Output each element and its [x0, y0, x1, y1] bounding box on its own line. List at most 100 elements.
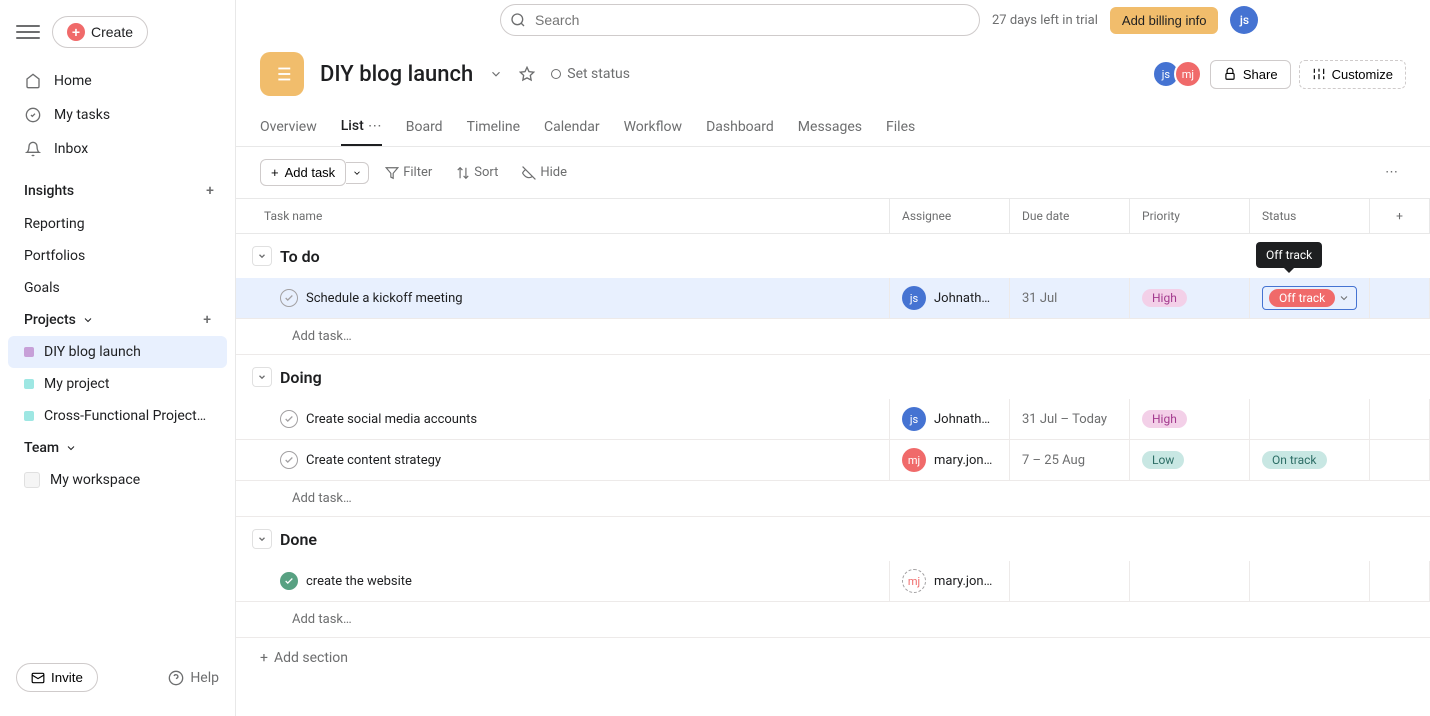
sidebar-project-diy[interactable]: DIY blog launch — [8, 336, 227, 368]
tab-workflow[interactable]: Workflow — [624, 109, 683, 145]
share-button[interactable]: Share — [1210, 60, 1291, 89]
due-date-cell[interactable] — [1010, 561, 1130, 601]
tab-list[interactable]: List⋯ — [341, 108, 382, 146]
task-name-cell[interactable]: Create social media accounts — [236, 399, 890, 439]
tab-dashboard[interactable]: Dashboard — [706, 109, 774, 145]
sidebar-toggle[interactable] — [16, 20, 40, 44]
col-status[interactable]: Status — [1250, 199, 1370, 233]
status-cell[interactable] — [1250, 399, 1370, 439]
status-pill: Off track — [1269, 289, 1335, 307]
user-avatar[interactable]: js — [1230, 6, 1258, 34]
project-title[interactable]: DIY blog launch — [320, 62, 473, 87]
create-button[interactable]: + Create — [52, 16, 148, 48]
add-task-dropdown[interactable] — [346, 162, 369, 184]
due-date-cell[interactable]: 7 – 25 Aug — [1010, 440, 1130, 480]
task-table: Task name Assignee Due date Priority Sta… — [236, 199, 1430, 678]
due-date-cell[interactable]: 31 Jul — [1010, 278, 1130, 318]
filter-icon — [385, 166, 399, 180]
sidebar-team-workspace[interactable]: My workspace — [0, 464, 235, 496]
add-project-icon[interactable]: + — [203, 312, 211, 328]
complete-checkbox[interactable] — [280, 572, 298, 590]
star-icon[interactable] — [519, 66, 535, 82]
complete-checkbox[interactable] — [280, 289, 298, 307]
project-color-icon — [24, 411, 34, 421]
row-extra-cell — [1370, 561, 1430, 601]
assignee-cell[interactable]: mj mary.jones… — [890, 561, 1010, 601]
section-title[interactable]: Done — [280, 530, 317, 549]
tab-board[interactable]: Board — [406, 109, 443, 145]
task-name-cell[interactable]: create the website — [236, 561, 890, 601]
help-button[interactable]: Help — [168, 670, 219, 686]
task-row[interactable]: Create content strategy mj mary.jones… 7… — [236, 440, 1430, 481]
priority-cell[interactable]: High — [1130, 278, 1250, 318]
nav-inbox[interactable]: Inbox — [0, 132, 235, 166]
nav-reporting[interactable]: Reporting — [0, 208, 235, 240]
priority-cell[interactable]: High — [1130, 399, 1250, 439]
tab-files[interactable]: Files — [886, 109, 915, 145]
tab-calendar[interactable]: Calendar — [544, 109, 600, 145]
help-icon — [168, 670, 184, 686]
section-title[interactable]: Doing — [280, 368, 322, 387]
tab-messages[interactable]: Messages — [798, 109, 862, 145]
priority-cell[interactable]: Low — [1130, 440, 1250, 480]
check-icon — [24, 106, 42, 124]
search-input[interactable] — [500, 4, 980, 36]
tab-overview[interactable]: Overview — [260, 109, 317, 145]
complete-checkbox[interactable] — [280, 451, 298, 469]
assignee-cell[interactable]: mj mary.jones… — [890, 440, 1010, 480]
collapse-section-button[interactable] — [252, 529, 272, 549]
add-column-button[interactable]: + — [1370, 199, 1430, 233]
filter-button[interactable]: Filter — [377, 161, 440, 184]
status-dropdown-icon[interactable] — [1338, 292, 1350, 304]
team-header[interactable]: Team — [0, 432, 235, 464]
add-billing-button[interactable]: Add billing info — [1110, 7, 1219, 34]
assignee-cell[interactable]: js Johnathan… — [890, 278, 1010, 318]
projects-header[interactable]: Projects + — [0, 304, 235, 336]
more-actions-button[interactable]: ⋯ — [1377, 161, 1406, 184]
task-row[interactable]: Create social media accounts js Johnatha… — [236, 399, 1430, 440]
project-menu-chevron[interactable] — [489, 67, 503, 81]
col-task-name[interactable]: Task name — [236, 199, 890, 233]
trial-text: 27 days left in trial — [992, 13, 1098, 28]
lock-icon — [1223, 67, 1237, 81]
hide-button[interactable]: Hide — [514, 161, 575, 184]
nav-my-tasks[interactable]: My tasks — [0, 98, 235, 132]
customize-button[interactable]: Customize — [1299, 60, 1406, 89]
complete-checkbox[interactable] — [280, 410, 298, 428]
collapse-section-button[interactable] — [252, 367, 272, 387]
task-row[interactable]: Schedule a kickoff meeting js Johnathan…… — [236, 278, 1430, 319]
task-row[interactable]: create the website mj mary.jones… — [236, 561, 1430, 602]
sidebar-project-cross[interactable]: Cross-Functional Project… — [0, 400, 235, 432]
status-cell[interactable] — [1250, 561, 1370, 601]
col-priority[interactable]: Priority — [1130, 199, 1250, 233]
status-cell[interactable]: Off track Off track — [1250, 278, 1370, 318]
col-due-date[interactable]: Due date — [1010, 199, 1130, 233]
nav-portfolios[interactable]: Portfolios — [0, 240, 235, 272]
add-task-button[interactable]: + Add task — [260, 159, 346, 186]
sort-button[interactable]: Sort — [448, 161, 506, 184]
assignee-cell[interactable]: js Johnathan… — [890, 399, 1010, 439]
tab-more-icon[interactable]: ⋯ — [368, 118, 382, 134]
nav-goals[interactable]: Goals — [0, 272, 235, 304]
add-insight-icon[interactable]: + — [201, 182, 219, 200]
task-name-cell[interactable]: Schedule a kickoff meeting — [236, 278, 890, 318]
status-cell[interactable]: On track — [1250, 440, 1370, 480]
section-title[interactable]: To do — [280, 247, 320, 266]
due-date-cell[interactable]: 31 Jul – Today — [1010, 399, 1130, 439]
tab-timeline[interactable]: Timeline — [467, 109, 520, 145]
add-task-link[interactable]: Add task… — [236, 602, 1430, 638]
task-name-cell[interactable]: Create content strategy — [236, 440, 890, 480]
invite-button[interactable]: Invite — [16, 663, 98, 692]
set-status-button[interactable]: Set status — [551, 66, 630, 82]
nav-home[interactable]: Home — [0, 64, 235, 98]
sidebar: + Create Home My tasks Inbox Insights + … — [0, 0, 236, 716]
collapse-section-button[interactable] — [252, 246, 272, 266]
add-task-link[interactable]: Add task… — [236, 481, 1430, 517]
col-assignee[interactable]: Assignee — [890, 199, 1010, 233]
member-avatars[interactable]: js mj — [1158, 60, 1202, 88]
add-task-link[interactable]: Add task… — [236, 319, 1430, 355]
sidebar-project-my[interactable]: My project — [0, 368, 235, 400]
priority-cell[interactable] — [1130, 561, 1250, 601]
workspace-icon — [24, 472, 40, 488]
add-section-button[interactable]: + Add section — [236, 638, 1430, 678]
